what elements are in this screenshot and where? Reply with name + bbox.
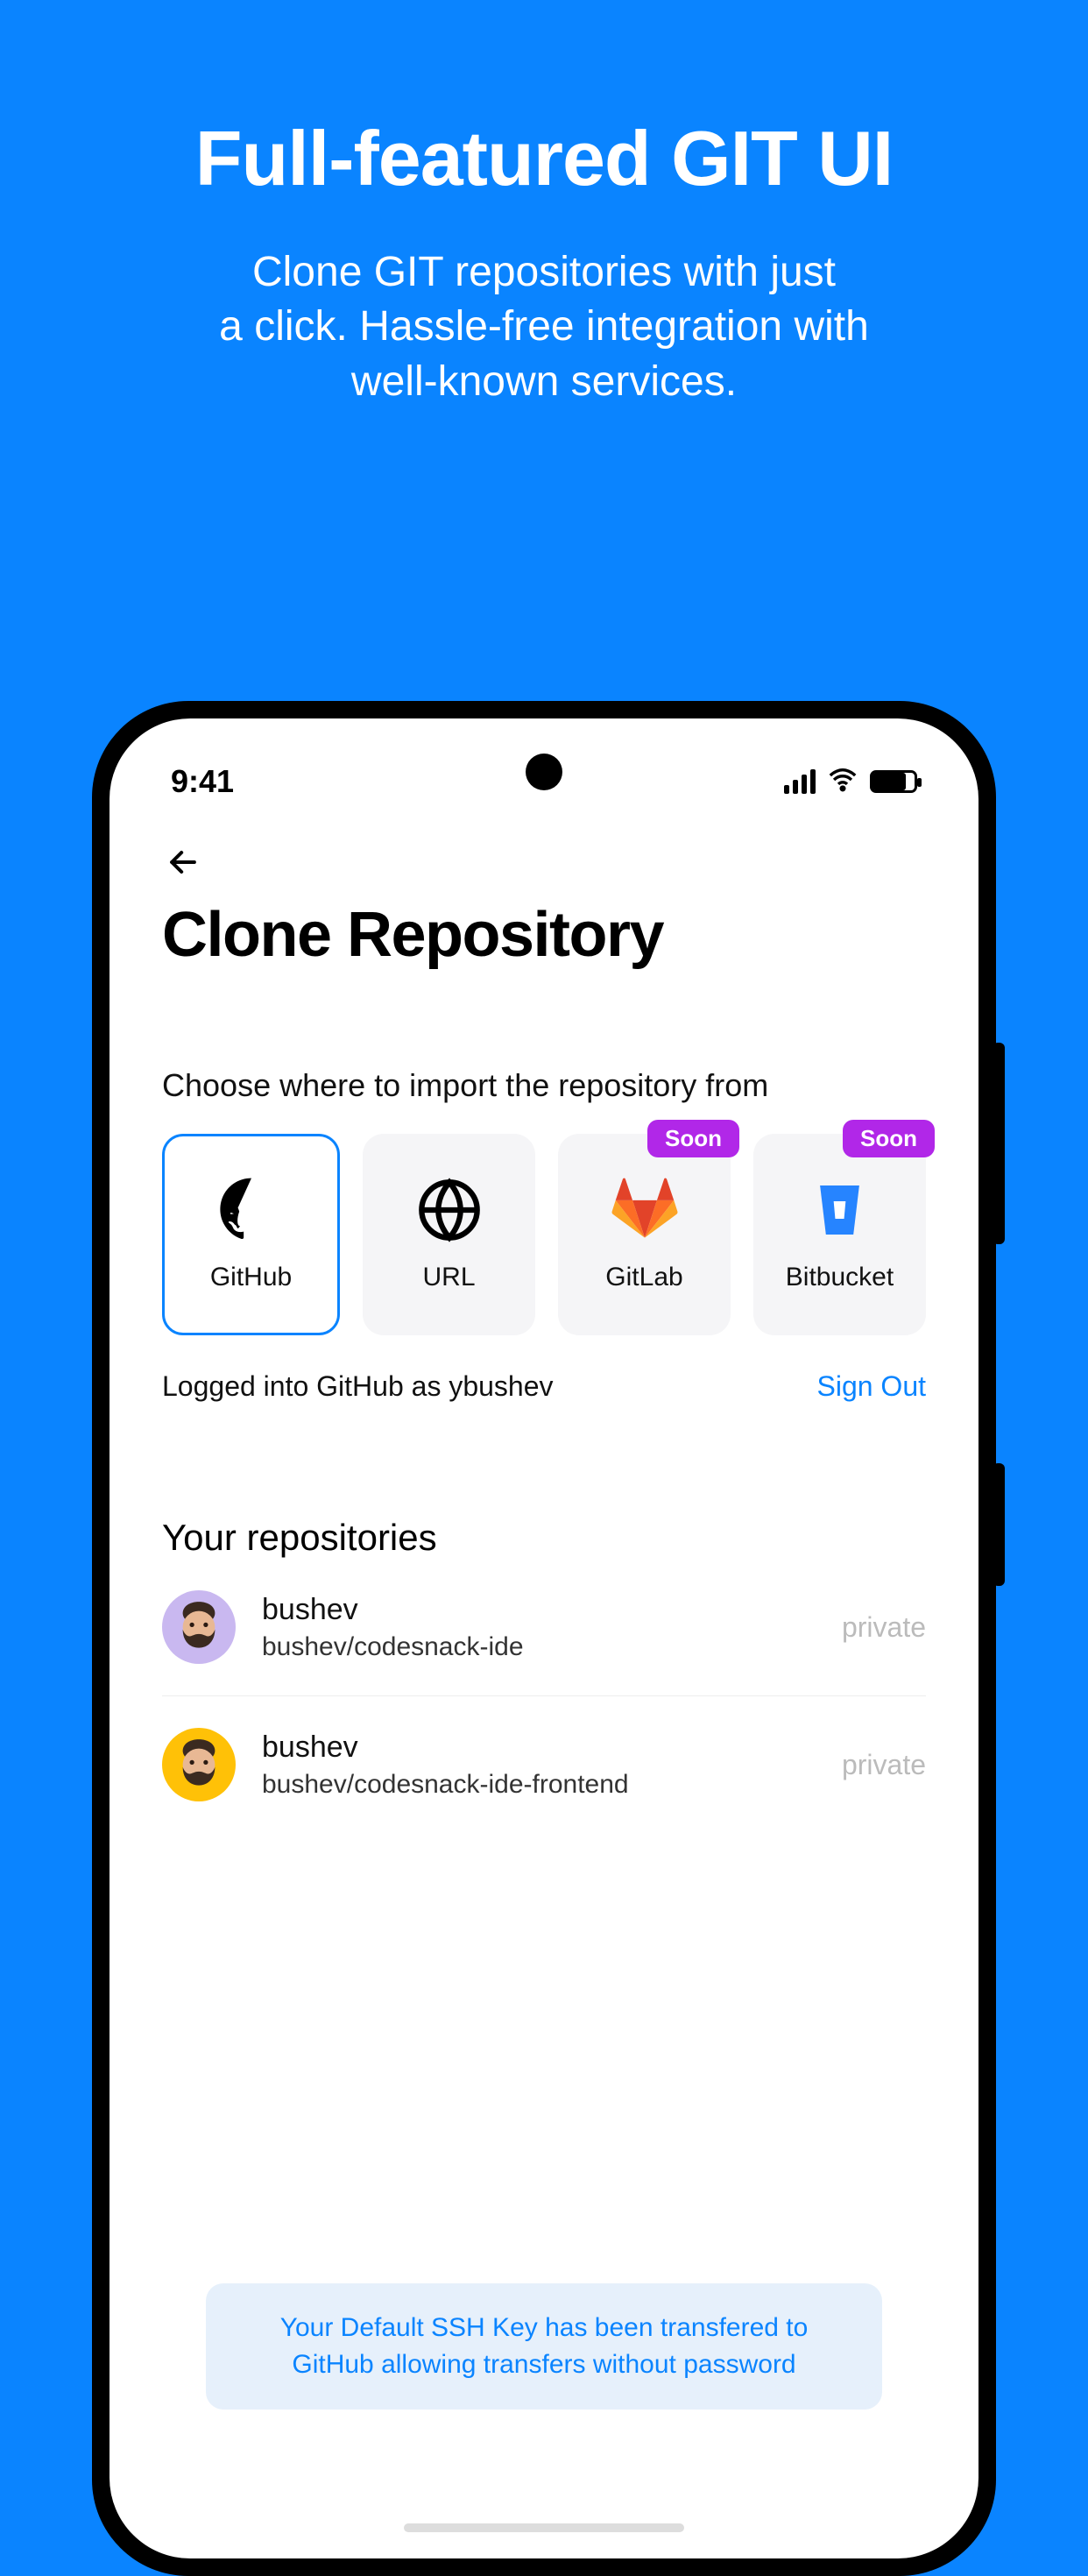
soon-badge: Soon (647, 1120, 739, 1157)
ssh-info-banner: Your Default SSH Key has been transfered… (206, 2283, 882, 2410)
repo-row[interactable]: bushev bushev/codesnack-ide-frontend pri… (162, 1696, 926, 1833)
phone-side-button (993, 1463, 1005, 1586)
logged-in-text: Logged into GitHub as ybushev (162, 1370, 554, 1403)
source-gitlab[interactable]: Soon GitLab (558, 1134, 731, 1335)
source-label: Bitbucket (786, 1263, 894, 1292)
page-title: Clone Repository (162, 899, 926, 971)
repo-info: bushev bushev/codesnack-ide (262, 1593, 816, 1662)
phone-camera (526, 754, 562, 790)
phone-side-button (993, 1043, 1005, 1244)
source-bitbucket[interactable]: Soon Bitbucket (753, 1134, 926, 1335)
repos-header: Your repositories (162, 1517, 926, 1559)
status-time: 9:41 (171, 763, 234, 800)
soon-badge: Soon (843, 1120, 935, 1157)
source-label: GitHub (210, 1263, 292, 1292)
avatar (162, 1590, 236, 1664)
choose-source-label: Choose where to import the repository fr… (162, 1067, 926, 1104)
sign-out-link[interactable]: Sign Out (816, 1370, 926, 1403)
back-button[interactable] (162, 841, 204, 883)
globe-icon (416, 1177, 483, 1243)
bitbucket-icon (807, 1177, 873, 1243)
repo-row[interactable]: bushev bushev/codesnack-ide private (162, 1559, 926, 1696)
promo-title: Full-featured GIT UI (0, 114, 1088, 203)
repo-visibility: private (842, 1611, 926, 1644)
promo-subtitle-line: Clone GIT repositories with just (252, 249, 836, 295)
repo-owner: bushev (262, 1593, 816, 1627)
repo-info: bushev bushev/codesnack-ide-frontend (262, 1730, 816, 1800)
repos-list: bushev bushev/codesnack-ide private bush… (162, 1559, 926, 1833)
github-icon (218, 1177, 285, 1243)
gitlab-icon (611, 1177, 678, 1243)
repo-path: bushev/codesnack-ide-frontend (262, 1770, 816, 1800)
source-label: GitLab (605, 1263, 682, 1292)
promo-subtitle-line: well-known services. (351, 358, 737, 405)
phone-screen: 9:41 Clone Repository Choose where to im… (110, 718, 978, 2558)
wifi-icon (828, 765, 858, 799)
auth-row: Logged into GitHub as ybushev Sign Out (162, 1370, 926, 1403)
battery-icon (870, 770, 917, 793)
repo-visibility: private (842, 1749, 926, 1781)
banner-line: GitHub allowing transfers without passwo… (292, 2350, 795, 2379)
promo-subtitle: Clone GIT repositories with just a click… (0, 245, 1088, 409)
promo-subtitle-line: a click. Hassle-free integration with (219, 303, 869, 350)
source-url[interactable]: URL (363, 1134, 535, 1335)
source-options: GitHub URL Soon GitLab Soon (162, 1134, 926, 1335)
banner-line: Your Default SSH Key has been transfered… (280, 2313, 809, 2342)
signal-icon (784, 769, 816, 794)
repo-owner: bushev (262, 1730, 816, 1765)
avatar (162, 1728, 236, 1801)
source-label: URL (422, 1263, 475, 1292)
phone-frame: 9:41 Clone Repository Choose where to im… (92, 701, 996, 2576)
source-github[interactable]: GitHub (162, 1134, 340, 1335)
home-indicator (404, 2523, 684, 2532)
repo-path: bushev/codesnack-ide (262, 1632, 816, 1662)
